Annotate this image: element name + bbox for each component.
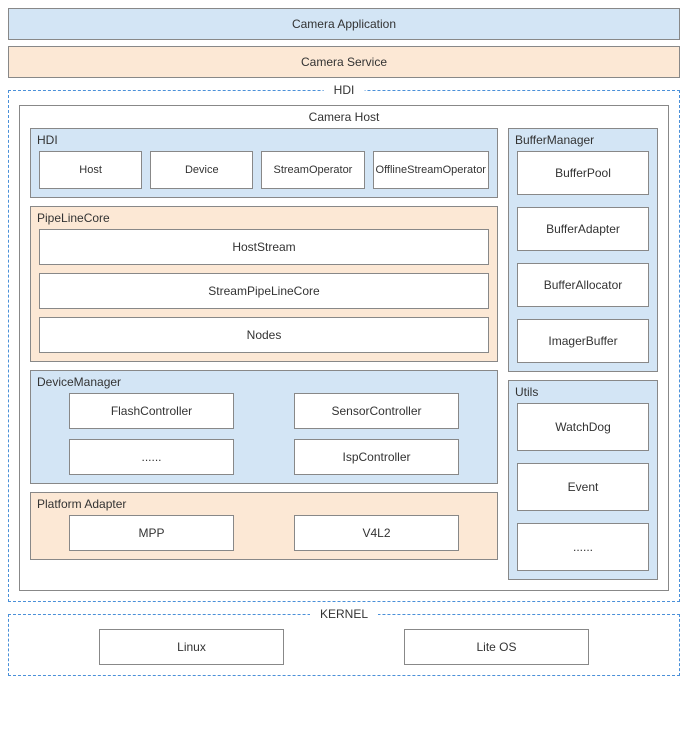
pipeline-item-label: StreamPipeLineCore	[208, 284, 319, 298]
hdi-section-label: HDI	[324, 83, 365, 97]
kernel-item-label: Linux	[177, 640, 206, 654]
kernel-item-linux: Linux	[99, 629, 284, 665]
utils-group-label: Utils	[515, 385, 538, 399]
pa-item-mpp: MPP	[69, 515, 234, 551]
camera-application-box: Camera Application	[8, 8, 680, 40]
camera-service-label: Camera Service	[301, 55, 387, 69]
platform-adapter-group: Platform Adapter MPP V4L2	[30, 492, 498, 560]
hdi-section: HDI Camera Host HDI Host Device StreamOp…	[8, 90, 680, 602]
pipeline-item-hoststream: HostStream	[39, 229, 489, 265]
hdi-item-label: Device	[185, 164, 219, 176]
bm-item-label: BufferAdapter	[546, 222, 620, 236]
camera-host-label: Camera Host	[20, 110, 668, 124]
hdi-item-label: StreamOperator	[273, 164, 352, 176]
utils-item-event: Event	[517, 463, 649, 511]
utils-item-watchdog: WatchDog	[517, 403, 649, 451]
platform-adapter-group-label: Platform Adapter	[37, 497, 126, 511]
hdi-group-label: HDI	[37, 133, 58, 147]
dm-item-label: FlashController	[111, 404, 192, 418]
utils-group: Utils WatchDog Event ......	[508, 380, 658, 580]
dm-item-label: IspController	[342, 450, 410, 464]
pa-item-v4l2: V4L2	[294, 515, 459, 551]
utils-item-label: ......	[573, 540, 593, 554]
pipeline-item-label: Nodes	[247, 328, 282, 342]
bm-item-bufferadapter: BufferAdapter	[517, 207, 649, 251]
pa-item-label: V4L2	[362, 526, 390, 540]
camera-application-label: Camera Application	[292, 17, 396, 31]
pipeline-item-label: HostStream	[232, 240, 295, 254]
hdi-item-label: OfflineStreamOperator	[376, 164, 486, 176]
dm-item-flashcontroller: FlashController	[69, 393, 234, 429]
dm-item-ellipsis: ......	[69, 439, 234, 475]
hdi-group: HDI Host Device StreamOperator OfflineSt…	[30, 128, 498, 198]
bm-item-label: BufferPool	[555, 166, 611, 180]
dm-item-sensorcontroller: SensorController	[294, 393, 459, 429]
camera-service-box: Camera Service	[8, 46, 680, 78]
bm-item-label: ImagerBuffer	[548, 334, 617, 348]
hdi-item-streamoperator: StreamOperator	[261, 151, 364, 189]
hdi-item-host: Host	[39, 151, 142, 189]
bm-item-label: BufferAllocator	[544, 278, 623, 292]
pipeline-group: PipeLineCore HostStream StreamPipeLineCo…	[30, 206, 498, 362]
bm-item-bufferpool: BufferPool	[517, 151, 649, 195]
camera-host-right-column: BufferManager BufferPool BufferAdapter B…	[508, 128, 658, 580]
pipeline-item-streampipelinecore: StreamPipeLineCore	[39, 273, 489, 309]
kernel-item-liteos: Lite OS	[404, 629, 589, 665]
bm-item-imagerbuffer: ImagerBuffer	[517, 319, 649, 363]
kernel-item-label: Lite OS	[476, 640, 516, 654]
camera-host-box: Camera Host HDI Host Device StreamOperat…	[19, 105, 669, 591]
pipeline-group-label: PipeLineCore	[37, 211, 110, 225]
buffer-manager-group-label: BufferManager	[515, 133, 594, 147]
dm-item-label: ......	[141, 450, 161, 464]
pa-item-label: MPP	[138, 526, 164, 540]
dm-item-label: SensorController	[331, 404, 421, 418]
pipeline-item-nodes: Nodes	[39, 317, 489, 353]
device-manager-group-label: DeviceManager	[37, 375, 121, 389]
utils-item-ellipsis: ......	[517, 523, 649, 571]
dm-item-ispcontroller: IspController	[294, 439, 459, 475]
kernel-section-label: KERNEL	[310, 607, 378, 621]
buffer-manager-group: BufferManager BufferPool BufferAdapter B…	[508, 128, 658, 372]
hdi-item-offlinestreamoperator: OfflineStreamOperator	[373, 151, 489, 189]
bm-item-bufferallocator: BufferAllocator	[517, 263, 649, 307]
utils-item-label: Event	[568, 480, 599, 494]
hdi-item-label: Host	[79, 164, 102, 176]
camera-host-left-column: HDI Host Device StreamOperator OfflineSt…	[30, 128, 498, 580]
kernel-section: KERNEL Linux Lite OS	[8, 614, 680, 676]
hdi-item-device: Device	[150, 151, 253, 189]
utils-item-label: WatchDog	[555, 420, 611, 434]
device-manager-group: DeviceManager FlashController SensorCont…	[30, 370, 498, 484]
